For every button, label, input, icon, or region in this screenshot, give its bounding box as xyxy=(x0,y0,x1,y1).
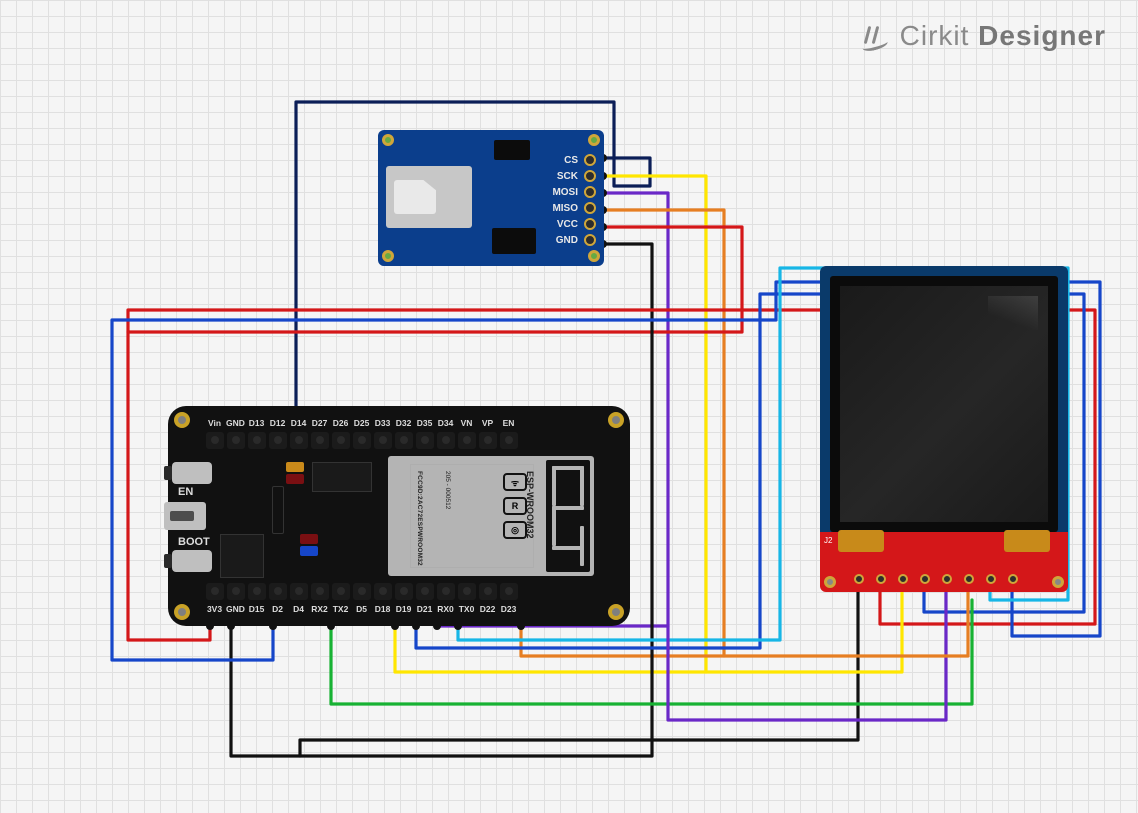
sdcard-pin-header: CS SCK MOSI MISO VCC GND xyxy=(548,154,596,246)
logo-icon xyxy=(858,26,890,46)
micro-usb-port xyxy=(164,502,206,530)
espressif-logo-icon: ◎ xyxy=(503,521,527,539)
tft-pcb: J2 xyxy=(820,532,1068,592)
tft-display-module[interactable]: J2 xyxy=(820,266,1068,592)
boot-label: BOOT xyxy=(178,536,210,548)
pad-dc[interactable] xyxy=(964,574,974,584)
shield-etchings: FCC9D:2AC72ESPWROOM32 205 - 000512 ESP-W… xyxy=(410,464,534,568)
capacitor xyxy=(300,534,318,544)
usb-uart-chip xyxy=(220,534,264,578)
pin-header-top[interactable] xyxy=(206,432,518,449)
en-label: EN xyxy=(178,486,193,498)
mounting-hole xyxy=(588,134,600,146)
flex-ribbon xyxy=(838,530,884,552)
brand-text: Cirkit Designer xyxy=(900,20,1106,52)
pcb-antenna xyxy=(546,460,590,572)
pin-cs[interactable]: CS xyxy=(548,154,596,166)
wifi-cert-icon: ᯤ xyxy=(503,473,527,491)
sub-id: 205 - 000512 xyxy=(444,471,451,571)
pin-miso[interactable]: MISO xyxy=(548,202,596,214)
esp32-rf-shield: FCC9D:2AC72ESPWROOM32 205 - 000512 ESP-W… xyxy=(388,456,594,576)
pad-vcc[interactable] xyxy=(876,574,886,584)
pin-vcc[interactable]: VCC xyxy=(548,218,596,230)
boot-button[interactable] xyxy=(172,550,212,572)
silk-label: J2 xyxy=(824,536,832,545)
mounting-hole xyxy=(824,576,836,588)
mounting-hole xyxy=(382,250,394,262)
pin-labels-bottom: 3V3GNDD15 D2D4RX2 TX2D5D18 D19D21RX0 TX0… xyxy=(204,604,519,614)
fcc-id: FCC9D:2AC72ESPWROOM32 xyxy=(416,471,423,571)
pad-cs[interactable] xyxy=(986,574,996,584)
voltage-regulator xyxy=(312,462,372,492)
level-shifter-ic xyxy=(494,140,530,160)
pin-mosi[interactable]: MOSI xyxy=(548,186,596,198)
en-button[interactable] xyxy=(172,462,212,484)
pad-blk[interactable] xyxy=(1008,574,1018,584)
pin-header-bottom[interactable] xyxy=(206,583,518,600)
ce-mark-icon: R xyxy=(503,497,527,515)
status-led-strip xyxy=(272,486,284,534)
mounting-hole xyxy=(608,604,624,620)
brand-cirkit: Cirkit xyxy=(900,20,970,51)
pad-gnd[interactable] xyxy=(854,574,864,584)
mounting-hole xyxy=(608,412,624,428)
mounting-hole xyxy=(1052,576,1064,588)
mounting-hole xyxy=(174,412,190,428)
pin-gnd[interactable]: GND xyxy=(548,234,596,246)
pin-labels-top: VinGNDD13 D12D14D27 D26D25D33 D32D35D34 … xyxy=(204,418,519,428)
mounting-hole xyxy=(174,604,190,620)
mounting-hole xyxy=(382,134,394,146)
capacitor xyxy=(300,546,318,556)
esp32-devkit[interactable]: EN BOOT VinGNDD13 D12D14D27 D26D25D33 D3… xyxy=(168,406,630,626)
tft-screen xyxy=(840,286,1048,522)
microsd-slot xyxy=(386,166,472,228)
flex-ribbon xyxy=(1004,530,1050,552)
tft-bezel xyxy=(820,266,1068,542)
brand-logo: Cirkit Designer xyxy=(858,20,1106,52)
mounting-hole xyxy=(588,250,600,262)
tft-pin-pads xyxy=(854,574,1018,584)
pad-sda[interactable] xyxy=(920,574,930,584)
brand-designer: Designer xyxy=(978,20,1106,51)
sdcard-module[interactable]: CS SCK MOSI MISO VCC GND xyxy=(378,130,604,266)
regulator-ic xyxy=(492,228,536,254)
pad-res[interactable] xyxy=(942,574,952,584)
capacitor xyxy=(286,474,304,484)
pin-sck[interactable]: SCK xyxy=(548,170,596,182)
capacitor xyxy=(286,462,304,472)
pad-sck[interactable] xyxy=(898,574,908,584)
